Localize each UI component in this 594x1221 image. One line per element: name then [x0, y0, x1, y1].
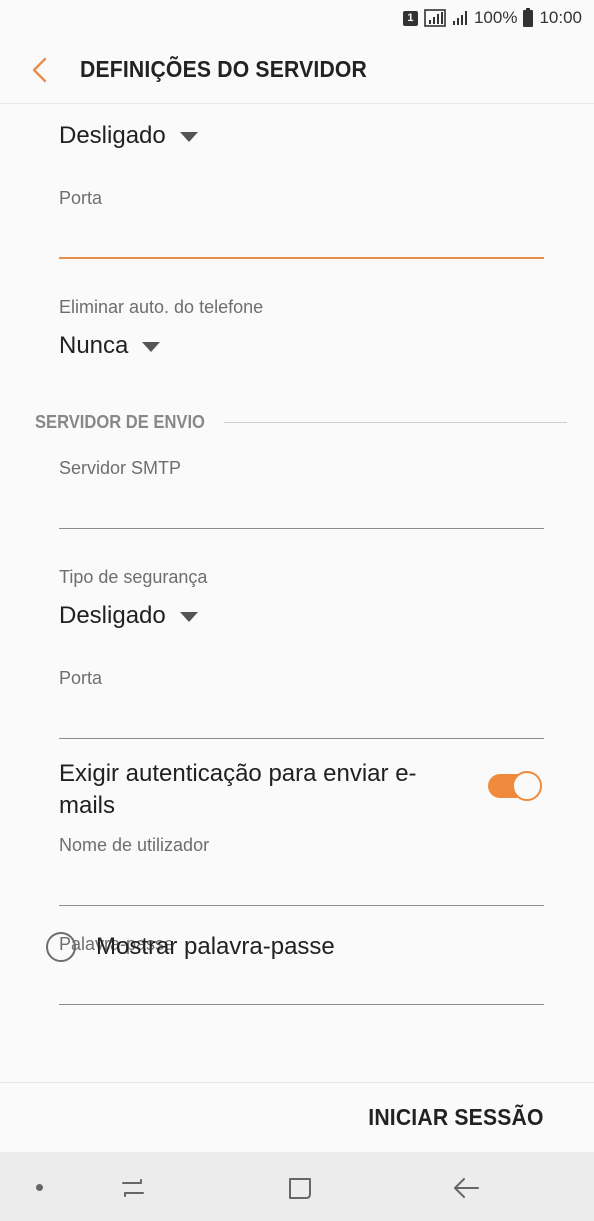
smtp-label: Servidor SMTP — [59, 458, 182, 478]
username-underline — [59, 905, 544, 906]
incoming-port-label: Porta — [59, 188, 103, 208]
outgoing-section-header: SERVIDOR DE ENVIO — [35, 412, 567, 433]
home-icon[interactable] — [284, 1172, 316, 1204]
back-button[interactable] — [14, 36, 66, 104]
action-bar: INICIAR SESSÃO — [0, 1082, 594, 1152]
auth-switch[interactable] — [488, 771, 542, 801]
username-label: Nome de utilizador — [59, 835, 210, 855]
outgoing-security-dropdown[interactable]: Desligado — [59, 602, 198, 630]
section-title: SERVIDOR DE ENVIO — [35, 412, 205, 432]
battery-icon — [523, 7, 534, 27]
checkbox-circle-icon[interactable] — [46, 932, 76, 962]
outgoing-port-label: Porta — [59, 668, 103, 688]
chevron-left-icon — [32, 57, 47, 82]
username-input[interactable] — [59, 863, 544, 903]
screen: 1 100% 10:00 DEFINIÇÕES DO SERVIDOR Desl… — [0, 0, 594, 1221]
caret-down-icon — [179, 132, 198, 142]
outgoing-security-value: Desligado — [59, 602, 166, 629]
page-title: DEFINIÇÕES DO SERVIDOR — [80, 56, 368, 82]
incoming-security-value: Desligado — [59, 122, 166, 149]
password-input[interactable] — [59, 962, 544, 1002]
incoming-port-input[interactable] — [59, 216, 544, 256]
nav-dot-icon — [36, 1184, 43, 1191]
outgoing-security-label: Tipo de segurança — [59, 567, 208, 587]
outgoing-port-input[interactable] — [59, 696, 544, 736]
auth-toggle-row[interactable]: Exigir autenticação para enviar e-mails — [59, 758, 544, 822]
password-underline — [59, 1004, 544, 1005]
section-divider — [223, 422, 567, 423]
outgoing-port-underline — [59, 738, 544, 739]
login-button[interactable]: INICIAR SESSÃO — [369, 1104, 544, 1131]
clock: 10:00 — [539, 8, 582, 27]
navigation-bar — [0, 1152, 594, 1221]
recents-icon[interactable] — [117, 1172, 149, 1204]
smtp-input[interactable] — [59, 486, 544, 526]
auto-delete-label: Eliminar auto. do telefone — [59, 297, 264, 317]
auto-delete-value: Nunca — [59, 332, 129, 359]
battery-percent: 100% — [473, 8, 518, 27]
auth-toggle-label: Exigir autenticação para enviar e-mails — [59, 760, 417, 819]
show-password-label: Mostrar palavra-passe — [96, 933, 335, 960]
auto-delete-dropdown[interactable]: Nunca — [59, 332, 161, 360]
incoming-security-dropdown[interactable]: Desligado — [59, 122, 198, 150]
signal-outline-icon — [424, 9, 446, 27]
sim-icon: 1 — [402, 10, 418, 26]
app-bar: DEFINIÇÕES DO SERVIDOR — [0, 36, 594, 104]
caret-down-icon — [142, 342, 161, 352]
switch-thumb — [512, 771, 542, 801]
arrow-left-icon[interactable] — [450, 1172, 482, 1204]
show-password-checkbox[interactable]: Mostrar palavra-passe — [46, 932, 335, 962]
status-bar: 1 100% 10:00 — [0, 0, 594, 36]
incoming-port-underline — [59, 257, 544, 259]
caret-down-icon — [179, 612, 198, 622]
smtp-underline — [59, 528, 544, 529]
signal-bars-icon — [452, 11, 467, 25]
